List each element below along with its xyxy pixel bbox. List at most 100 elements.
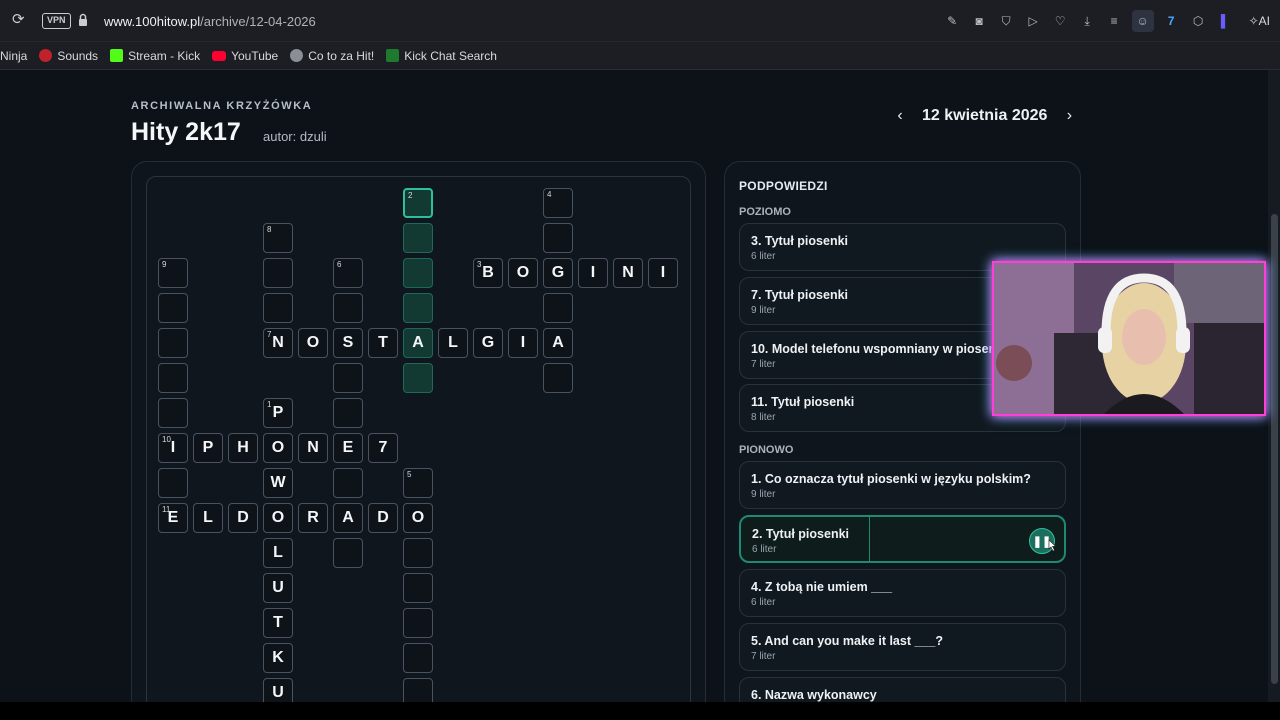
grid-cell[interactable]: I [508, 328, 538, 358]
menu-icon[interactable]: ≡ [1105, 12, 1124, 31]
grid-cell[interactable] [403, 223, 433, 253]
grid-cell[interactable]: 3B [473, 258, 503, 288]
bookmark-ninja[interactable]: Ninja [0, 49, 27, 63]
download-icon[interactable]: ⤓ [1078, 12, 1097, 31]
grid-cell[interactable]: P [193, 433, 223, 463]
grid-cell[interactable]: 7 [368, 433, 398, 463]
profile-icon[interactable]: ☺ [1131, 10, 1154, 32]
grid-cell[interactable] [543, 363, 573, 393]
grid-cell[interactable]: S [333, 328, 363, 358]
grid-cell[interactable]: L [263, 538, 293, 568]
extension-7tv-icon[interactable]: 7 [1162, 12, 1181, 31]
address-bar[interactable]: www.100hitow.pl/archive/12-04-2026 [104, 14, 316, 29]
bookmark-kick[interactable]: Stream - Kick [110, 49, 200, 63]
camera-icon[interactable]: ◙ [970, 12, 989, 31]
grid-cell[interactable] [333, 538, 363, 568]
grid-cell[interactable]: O [508, 258, 538, 288]
grid-cell[interactable]: E [333, 433, 363, 463]
grid-cell[interactable]: G [473, 328, 503, 358]
grid-cell[interactable]: O [403, 503, 433, 533]
grid-cell[interactable]: 11 E [158, 503, 188, 533]
clue-down-1[interactable]: 1. Co oznacza tytuł piosenki w języku po… [739, 461, 1066, 509]
grid-cell[interactable]: O [263, 503, 293, 533]
grid-cell[interactable] [543, 223, 573, 253]
grid-cell[interactable]: O [298, 328, 328, 358]
cell-letter: K [272, 649, 284, 666]
grid-cell[interactable]: G [543, 258, 573, 288]
edit-icon[interactable]: ✎ [943, 12, 962, 31]
grid-cell[interactable]: N [298, 433, 328, 463]
chevron-right-icon[interactable]: › [1061, 107, 1077, 125]
bookmark-sounds[interactable]: Sounds [39, 49, 98, 63]
grid-cell[interactable] [403, 643, 433, 673]
clue-down-4[interactable]: 4. Z tobą nie umiem ___ 6 liter [739, 569, 1066, 617]
vpn-badge[interactable]: VPN [42, 13, 71, 29]
grid-cell[interactable] [403, 258, 433, 288]
grid-cell[interactable]: 10 I [158, 433, 188, 463]
grid-cell[interactable]: A [543, 328, 573, 358]
grid-cell[interactable]: 6 [333, 258, 363, 288]
play-icon[interactable]: ▷ [1024, 12, 1043, 31]
heart-icon[interactable]: ♡ [1051, 12, 1070, 31]
chevron-left-icon[interactable]: ‹ [892, 107, 908, 125]
shield-icon[interactable]: ⛉ [997, 12, 1016, 31]
clue-down-5[interactable]: 5. And can you make it last ___? 7 liter [739, 623, 1066, 671]
grid-cell[interactable]: H [228, 433, 258, 463]
bookmark-kick-chat-search[interactable]: Kick Chat Search [386, 49, 497, 63]
grid-cell[interactable]: 9 [158, 258, 188, 288]
scrollbar[interactable] [1268, 70, 1280, 702]
cube-icon[interactable]: ⬡ [1189, 12, 1208, 31]
grid-cell[interactable] [158, 363, 188, 393]
grid-cell[interactable] [333, 398, 363, 428]
grid-cell[interactable] [403, 363, 433, 393]
grid-cell[interactable] [158, 398, 188, 428]
grid-cell[interactable] [158, 328, 188, 358]
grid-cell[interactable] [403, 293, 433, 323]
clue-down-2[interactable]: 2. Tytuł piosenki 6 liter ❚❚ [739, 515, 1066, 563]
grid-cell[interactable]: 2 [403, 188, 433, 218]
bookmarks-bar: Ninja Sounds Stream - Kick YouTube Co to… [0, 42, 1280, 70]
grid-cell[interactable]: O [263, 433, 293, 463]
bookmark-cotozahit[interactable]: Co to za Hit! [290, 49, 374, 63]
grid-cell[interactable]: N [613, 258, 643, 288]
grid-cell[interactable]: K [263, 643, 293, 673]
grid-cell[interactable]: A [403, 328, 433, 358]
grid-cell[interactable]: 1P [263, 398, 293, 428]
grid-cell[interactable]: L [193, 503, 223, 533]
grid-cell[interactable]: D [368, 503, 398, 533]
sidebar-icon[interactable]: ▌ [1216, 12, 1235, 31]
bookmark-label: Co to za Hit! [308, 48, 375, 63]
grid-cell[interactable] [263, 258, 293, 288]
cell-letter: P [202, 439, 214, 456]
grid-cell[interactable]: I [648, 258, 678, 288]
grid-cell[interactable] [333, 468, 363, 498]
grid-cell[interactable]: R [298, 503, 328, 533]
grid-cell[interactable]: 8 [263, 223, 293, 253]
grid-cell[interactable] [543, 293, 573, 323]
ai-button[interactable]: ✧AI [1249, 14, 1270, 28]
grid-cell[interactable] [403, 538, 433, 568]
grid-cell[interactable]: T [263, 608, 293, 638]
grid-cell[interactable] [333, 293, 363, 323]
grid-cell[interactable] [333, 363, 363, 393]
reload-icon[interactable]: ⟳ [12, 12, 28, 28]
cell-letter: E [342, 439, 354, 456]
grid-cell[interactable] [263, 293, 293, 323]
grid-cell[interactable] [403, 608, 433, 638]
grid-cell[interactable] [158, 468, 188, 498]
grid-cell[interactable]: W [263, 468, 293, 498]
grid-cell[interactable]: U [263, 573, 293, 603]
grid-cell[interactable] [403, 573, 433, 603]
grid-cell[interactable]: T [368, 328, 398, 358]
grid-cell[interactable]: 4 [543, 188, 573, 218]
scrollbar-thumb[interactable] [1271, 214, 1278, 684]
grid-cell[interactable]: I [578, 258, 608, 288]
grid-cell[interactable]: 5 [403, 468, 433, 498]
bookmark-youtube[interactable]: YouTube [212, 49, 278, 63]
grid-cell[interactable]: 7N [263, 328, 293, 358]
grid-cell[interactable] [158, 293, 188, 323]
grid-cell[interactable]: A [333, 503, 363, 533]
cell-letter: G [481, 334, 495, 351]
grid-cell[interactable]: L [438, 328, 468, 358]
grid-cell[interactable]: D [228, 503, 258, 533]
